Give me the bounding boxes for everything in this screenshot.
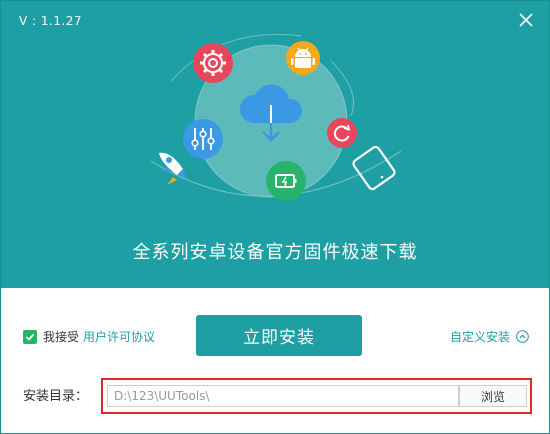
install-dir-input[interactable]: D:\123\UUTools\ — [107, 385, 459, 407]
chevron-up-icon — [516, 330, 529, 343]
battery-icon — [266, 161, 306, 201]
agree-checkbox[interactable] — [23, 329, 37, 344]
android-icon — [286, 41, 320, 75]
browse-button[interactable]: 浏览 — [459, 385, 527, 407]
headline-text: 全系列安卓设备官方固件极速下载 — [132, 242, 418, 263]
install-dir-label: 安装目录： — [23, 389, 89, 404]
sliders-icon — [183, 119, 223, 159]
install-dir-row: 安装目录： — [23, 385, 99, 404]
hero-banner: V : 1.1.27 全系列安卓设备官方固件极速下载 — [1, 1, 549, 288]
refresh-icon — [327, 118, 357, 148]
install-now-button[interactable]: 立即安装 — [196, 315, 362, 356]
checkmark-icon — [25, 333, 35, 341]
installer-window: V : 1.1.27 全系列安卓设备官方固件极速下载 我接受 用户许可协议 立即… — [0, 0, 550, 434]
license-agreement-link[interactable]: 用户许可协议 — [83, 328, 155, 345]
custom-install-toggle[interactable]: 自定义安装 — [450, 328, 529, 345]
tablet-icon — [352, 145, 396, 191]
custom-install-label: 自定义安装 — [449, 330, 510, 344]
agree-text: 我接受 — [43, 330, 80, 344]
rocket-icon — [159, 152, 187, 185]
agreement-row: 我接受 用户许可协议 — [23, 328, 155, 345]
gear-icon — [193, 43, 233, 83]
